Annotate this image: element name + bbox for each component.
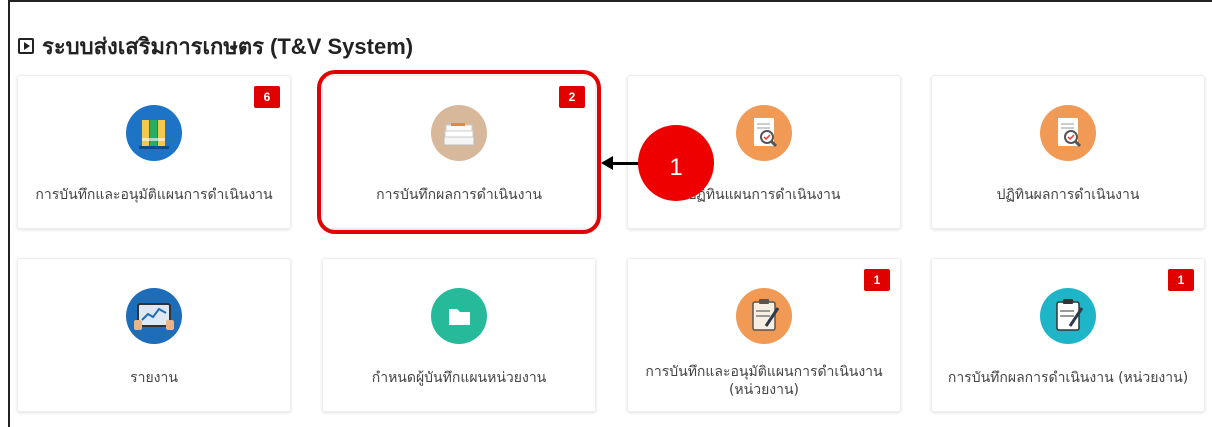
clipboard-pen-icon	[1040, 288, 1096, 344]
menu-card-results-calendar[interactable]: ปฏิทินผลการดำเนินงาน	[931, 75, 1205, 229]
notification-badge: 1	[864, 269, 890, 291]
pointer-arrow-line	[612, 162, 640, 165]
menu-card-label: การบันทึกและอนุมัติแผนการดำเนินงาน (หน่ว…	[645, 364, 883, 398]
menu-card-label: การบันทึกและอนุมัติแผนการดำเนินงาน	[35, 187, 273, 203]
menu-card-label: การบันทึกผลการดำเนินงาน (หน่วยงาน)	[947, 370, 1189, 386]
notification-badge: 6	[254, 86, 280, 108]
document-search-icon	[1040, 105, 1096, 161]
frame-border-left	[8, 0, 10, 427]
page-title-text: ระบบส่งเสริมการเกษตร (T&V System)	[42, 33, 414, 59]
pointer-arrow-head	[601, 156, 613, 170]
menu-card-plan-approval-unit[interactable]: 1 การบันทึกและอนุมัติแผนการดำเนินงาน (หน…	[627, 258, 901, 412]
folder-icon	[431, 288, 487, 344]
play-square-icon	[18, 38, 34, 54]
tablet-report-icon	[126, 288, 182, 344]
clipboard-pen-icon	[736, 288, 792, 344]
menu-card-record-results-unit[interactable]: 1 การบันทึกผลการดำเนินงาน (หน่วยงาน)	[931, 258, 1205, 412]
notification-badge: 1	[1168, 269, 1194, 291]
menu-card-label: ปฏิทินผลการดำเนินงาน	[996, 187, 1140, 203]
highlight-box	[317, 70, 601, 234]
menu-card-report[interactable]: รายงาน	[17, 258, 291, 412]
document-search-icon	[736, 105, 792, 161]
page-title: ระบบส่งเสริมการเกษตร (T&V System)	[18, 30, 413, 62]
frame-border-top	[8, 0, 1212, 2]
step-callout: 1	[638, 125, 714, 201]
binders-icon	[126, 105, 182, 161]
menu-card-assign-recorder[interactable]: กำหนดผู้บันทึกแผนหน่วยงาน	[322, 258, 596, 412]
menu-card-label: รายงาน	[130, 370, 178, 386]
menu-card-label: กำหนดผู้บันทึกแผนหน่วยงาน	[371, 370, 547, 386]
menu-card-plan-approval[interactable]: 6 การบันทึกและอนุมัติแผนการดำเนินงาน	[17, 75, 291, 229]
